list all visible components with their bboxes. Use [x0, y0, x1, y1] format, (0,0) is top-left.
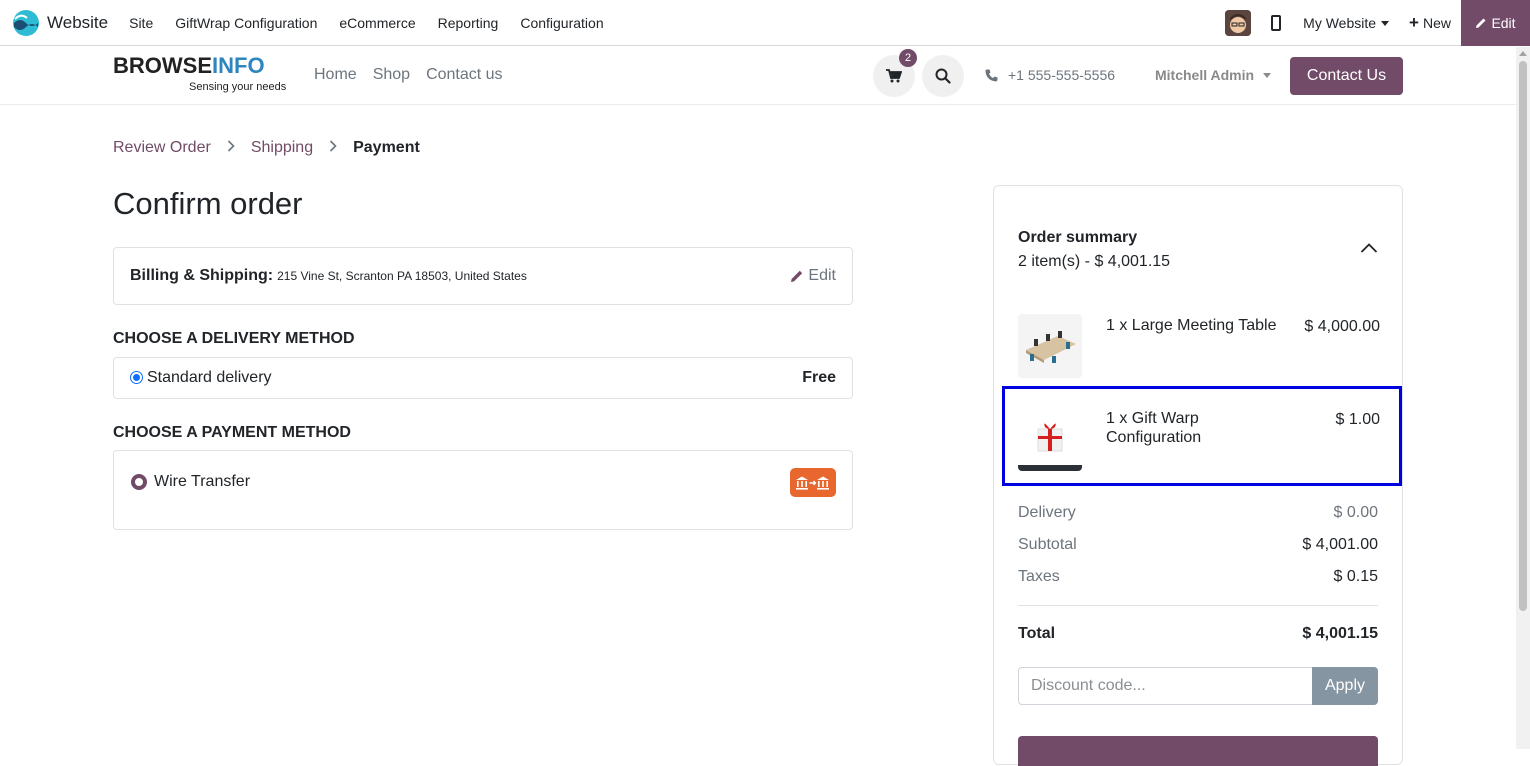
admin-menu: Site GiftWrap Configuration eCommerce Re…	[129, 15, 626, 31]
site-header: BROWSEINFO Sensing your needs Home Shop …	[0, 47, 1516, 105]
payment-method-name: Wire Transfer	[154, 473, 251, 490]
order-line-price: $ 4,000.00	[1304, 318, 1380, 335]
website-switcher-label: My Website	[1303, 15, 1377, 31]
order-line-name: 1 x Large Meeting Table	[1106, 317, 1277, 334]
chevron-up-icon[interactable]	[1360, 242, 1378, 254]
new-button-label: New	[1422, 15, 1451, 31]
product-image-meeting-table	[1018, 314, 1082, 378]
chevron-down-icon	[1381, 20, 1390, 26]
contact-us-button[interactable]: Contact Us	[1290, 57, 1403, 95]
taxes-label: Taxes	[1018, 568, 1060, 585]
menu-configuration[interactable]: Configuration	[520, 15, 603, 31]
scrollbar-thumb[interactable]	[1519, 61, 1527, 611]
cart-icon	[886, 69, 902, 83]
subtotal-label: Subtotal	[1018, 536, 1077, 553]
pay-now-button[interactable]	[1018, 736, 1378, 766]
edit-button[interactable]: Edit	[1461, 0, 1530, 46]
site-nav: Home Shop Contact us	[314, 66, 519, 84]
payment-option[interactable]: Wire Transfer	[113, 450, 853, 530]
logo-wordmark: BROWSEINFO	[113, 53, 265, 78]
subtotal-row: Subtotal $ 4,001.00	[1018, 536, 1378, 554]
total-label: Total	[1018, 625, 1056, 642]
cart-button[interactable]: 2	[873, 49, 917, 97]
breadcrumb-payment: Payment	[353, 139, 420, 156]
delivery-option[interactable]: Standard delivery Free	[113, 357, 853, 399]
chevron-down-icon	[1263, 72, 1272, 78]
edit-address-label: Edit	[808, 267, 836, 284]
taxes-row: Taxes $ 0.15	[1018, 568, 1378, 586]
app-brand[interactable]: Website	[12, 0, 108, 46]
cart-count-badge: 2	[899, 49, 917, 67]
delivery-section-title: CHOOSE A DELIVERY METHOD	[113, 330, 355, 347]
avatar-face-icon	[1225, 10, 1252, 36]
page-scrollbar[interactable]	[1516, 47, 1530, 749]
nav-shop[interactable]: Shop	[373, 66, 410, 84]
delivery-method-price: Free	[802, 369, 836, 386]
apply-discount-button[interactable]: Apply	[1312, 667, 1378, 705]
website-app-icon	[13, 9, 39, 36]
checkout-breadcrumb: Review Order Shipping Payment	[113, 139, 420, 157]
menu-reporting[interactable]: Reporting	[438, 15, 499, 31]
edit-button-label: Edit	[1491, 15, 1516, 31]
subtotal-value: $ 4,001.00	[1302, 536, 1378, 553]
nav-home[interactable]: Home	[314, 66, 357, 84]
delivery-cost-label: Delivery	[1018, 504, 1076, 521]
search-button[interactable]	[922, 55, 964, 97]
delivery-row: Delivery $ 0.00	[1018, 504, 1378, 522]
order-summary-title: Order summary	[1018, 229, 1138, 246]
bank-transfer-icon	[790, 468, 836, 497]
chevron-right-icon	[329, 139, 337, 157]
phone-number: +1 555-555-5556	[1008, 67, 1116, 83]
edit-address-button[interactable]: Edit	[790, 267, 836, 285]
page-title: Confirm order	[113, 186, 303, 221]
phone-icon	[985, 69, 998, 81]
pencil-icon	[1476, 18, 1486, 28]
billing-label: Billing & Shipping: 215 Vine St, Scranton…	[130, 267, 527, 284]
search-icon	[935, 68, 951, 84]
mobile-preview-icon[interactable]	[1271, 15, 1282, 31]
billing-address: 215 Vine St, Scranton PA 18503, United S…	[277, 269, 527, 283]
payment-radio[interactable]	[131, 474, 147, 490]
total-value: $ 4,001.15	[1302, 625, 1378, 642]
user-name: Mitchell Admin	[1155, 67, 1255, 83]
discount-code-input[interactable]	[1018, 667, 1312, 705]
site-logo[interactable]: BROWSEINFO Sensing your needs	[113, 53, 287, 94]
scroll-up-icon[interactable]	[1519, 51, 1527, 56]
user-avatar[interactable]	[1225, 10, 1252, 36]
user-menu[interactable]: Mitchell Admin	[1155, 67, 1272, 83]
menu-site[interactable]: Site	[129, 15, 153, 31]
phone-contact[interactable]: +1 555-555-5556	[985, 67, 1115, 83]
total-row: Total $ 4,001.15	[1018, 625, 1378, 643]
pencil-icon	[791, 270, 803, 282]
delivery-method-name: Standard delivery	[147, 369, 272, 386]
plus-icon: +	[1409, 13, 1419, 32]
delivery-cost-value: $ 0.00	[1333, 504, 1378, 521]
totals-divider	[1018, 605, 1378, 606]
order-summary-count: 2 item(s) - $ 4,001.15	[1018, 253, 1171, 270]
chevron-right-icon	[227, 139, 235, 157]
admin-bar: Website Site GiftWrap Configuration eCom…	[0, 0, 1530, 46]
website-switcher[interactable]: My Website	[1303, 15, 1390, 31]
discount-form: Apply	[1018, 667, 1378, 705]
new-button[interactable]: + New	[1409, 13, 1451, 33]
highlighted-order-line	[1002, 386, 1402, 486]
payment-section-title: CHOOSE A PAYMENT METHOD	[113, 424, 351, 441]
app-name: Website	[47, 12, 109, 32]
menu-giftwrap-configuration[interactable]: GiftWrap Configuration	[175, 15, 317, 31]
logo-tagline: Sensing your needs	[189, 81, 287, 93]
menu-ecommerce[interactable]: eCommerce	[339, 15, 415, 31]
taxes-value: $ 0.15	[1333, 568, 1378, 585]
billing-shipping-card: Billing & Shipping: 215 Vine St, Scranton…	[113, 247, 853, 305]
nav-contact-us[interactable]: Contact us	[426, 66, 502, 84]
delivery-radio[interactable]	[130, 371, 143, 384]
breadcrumb-review-order[interactable]: Review Order	[113, 139, 211, 157]
breadcrumb-shipping[interactable]: Shipping	[251, 139, 313, 157]
